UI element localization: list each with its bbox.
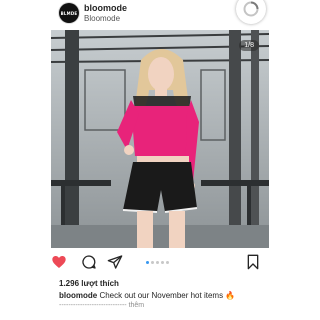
account-subname: Bloomode [84,14,121,23]
comment-button[interactable] [81,254,97,270]
caption-text: Check out our November hot items 🔥 [99,291,236,300]
carousel-dot [161,261,164,264]
carousel-dot [166,261,169,264]
post-frame: BLMDE bloomode Bloomode 1/8 1.296 lượt t… [0,0,320,320]
avatar-text: BLMDE [60,10,78,16]
photo-counter: 1/8 [239,40,259,51]
carousel-dot [151,261,154,264]
loading-icon [243,1,259,17]
caption-username[interactable]: bloomode [59,291,97,300]
action-bar [51,252,269,272]
like-button[interactable] [51,254,67,270]
model-photo-illustration [51,30,269,248]
share-icon [107,255,123,269]
post-photo[interactable]: 1/8 [51,30,269,248]
avatar[interactable]: BLMDE [59,3,79,23]
comment-icon [82,255,96,269]
carousel-dot [146,261,149,264]
share-button[interactable] [107,254,123,270]
username[interactable]: bloomode [84,3,127,13]
heart-icon [52,256,66,268]
carousel-indicator [146,261,169,264]
carousel-dot [156,261,159,264]
bookmark-icon [247,254,259,270]
save-button[interactable] [245,254,261,270]
post-header: BLMDE bloomode Bloomode [0,0,320,28]
caption-dashes: ----------------------------- [59,302,127,309]
caption-more-line: ----------------------------- thêm [59,302,144,309]
likes-count[interactable]: 1.296 lượt thích [59,279,119,288]
more-options-button[interactable] [236,0,266,24]
more-link[interactable]: thêm [129,302,145,309]
caption: bloomode Check out our November hot item… [59,291,235,300]
